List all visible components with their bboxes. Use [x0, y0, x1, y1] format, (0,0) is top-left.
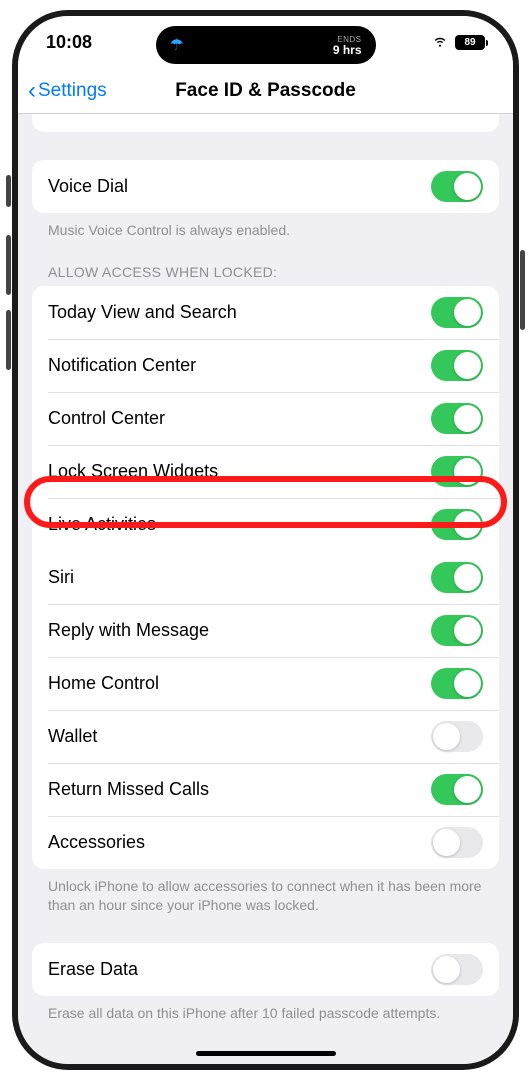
volume-switch: [6, 175, 11, 207]
allow-row-toggle[interactable]: [431, 827, 483, 858]
allow-row-label: Accessories: [48, 832, 145, 853]
allow-row[interactable]: Lock Screen Widgets: [32, 445, 499, 498]
allow-row[interactable]: Today View and Search: [32, 286, 499, 339]
allow-row-toggle[interactable]: [431, 774, 483, 805]
allow-row-toggle[interactable]: [431, 668, 483, 699]
volume-down-button: [6, 310, 11, 370]
allow-row[interactable]: Wallet: [32, 710, 499, 763]
allow-row-toggle[interactable]: [431, 350, 483, 381]
battery-indicator: 89: [455, 35, 485, 50]
allow-row-toggle[interactable]: [431, 509, 483, 540]
erase-data-group: Erase Data: [32, 943, 499, 996]
dynamic-island[interactable]: ☂ ENDS 9 hrs: [156, 26, 376, 64]
allow-row-label: Return Missed Calls: [48, 779, 209, 800]
content-scroll[interactable]: Voice Dial Music Voice Control is always…: [18, 114, 513, 1064]
allow-row[interactable]: Siri: [32, 551, 499, 604]
allow-row[interactable]: Home Control: [32, 657, 499, 710]
allow-row-label: Reply with Message: [48, 620, 209, 641]
screen: 10:08 ☂ ENDS 9 hrs 89 ‹ Settings: [18, 16, 513, 1064]
status-bar: 10:08 ☂ ENDS 9 hrs 89: [18, 16, 513, 68]
back-label: Settings: [38, 80, 107, 102]
allow-access-header: Allow Access When Locked:: [18, 240, 513, 286]
side-button: [520, 250, 525, 330]
allow-row-toggle[interactable]: [431, 403, 483, 434]
erase-data-row[interactable]: Erase Data: [32, 943, 499, 996]
allow-row-toggle[interactable]: [431, 297, 483, 328]
voice-dial-group: Voice Dial: [32, 160, 499, 213]
nav-bar: ‹ Settings Face ID & Passcode: [18, 68, 513, 114]
allow-row[interactable]: Reply with Message: [32, 604, 499, 657]
allow-row-toggle[interactable]: [431, 615, 483, 646]
voice-dial-row[interactable]: Voice Dial: [32, 160, 499, 213]
allow-row[interactable]: Accessories: [32, 816, 499, 869]
status-time: 10:08: [46, 32, 92, 53]
allow-access-footer: Unlock iPhone to allow accessories to co…: [18, 869, 513, 915]
prev-group-peek: [32, 114, 499, 132]
allow-row[interactable]: Control Center: [32, 392, 499, 445]
back-button[interactable]: ‹ Settings: [28, 77, 107, 105]
allow-row-label: Control Center: [48, 408, 165, 429]
allow-row-label: Today View and Search: [48, 302, 237, 323]
allow-row-toggle[interactable]: [431, 456, 483, 487]
erase-data-footer: Erase all data on this iPhone after 10 f…: [18, 996, 513, 1023]
voice-dial-label: Voice Dial: [48, 176, 128, 197]
island-hours: 9 hrs: [333, 45, 362, 56]
allow-row-label: Home Control: [48, 673, 159, 694]
volume-up-button: [6, 235, 11, 295]
erase-data-toggle[interactable]: [431, 954, 483, 985]
voice-dial-footer: Music Voice Control is always enabled.: [18, 213, 513, 240]
allow-row-label: Siri: [48, 567, 74, 588]
allow-row[interactable]: Live Activities: [32, 498, 499, 551]
erase-data-label: Erase Data: [48, 959, 138, 980]
allow-row-toggle[interactable]: [431, 721, 483, 752]
allow-row[interactable]: Return Missed Calls: [32, 763, 499, 816]
phone-frame: 10:08 ☂ ENDS 9 hrs 89 ‹ Settings: [12, 10, 519, 1070]
allow-row-toggle[interactable]: [431, 562, 483, 593]
chevron-left-icon: ‹: [28, 77, 36, 105]
wifi-icon: [431, 31, 449, 54]
allow-row-label: Lock Screen Widgets: [48, 461, 218, 482]
umbrella-icon: ☂: [170, 35, 184, 55]
allow-row-label: Notification Center: [48, 355, 196, 376]
allow-row-label: Wallet: [48, 726, 97, 747]
allow-row-label: Live Activities: [48, 514, 156, 535]
allow-access-group: Today View and Search Notification Center…: [32, 286, 499, 869]
home-indicator[interactable]: [196, 1051, 336, 1056]
voice-dial-toggle[interactable]: [431, 171, 483, 202]
allow-row[interactable]: Notification Center: [32, 339, 499, 392]
